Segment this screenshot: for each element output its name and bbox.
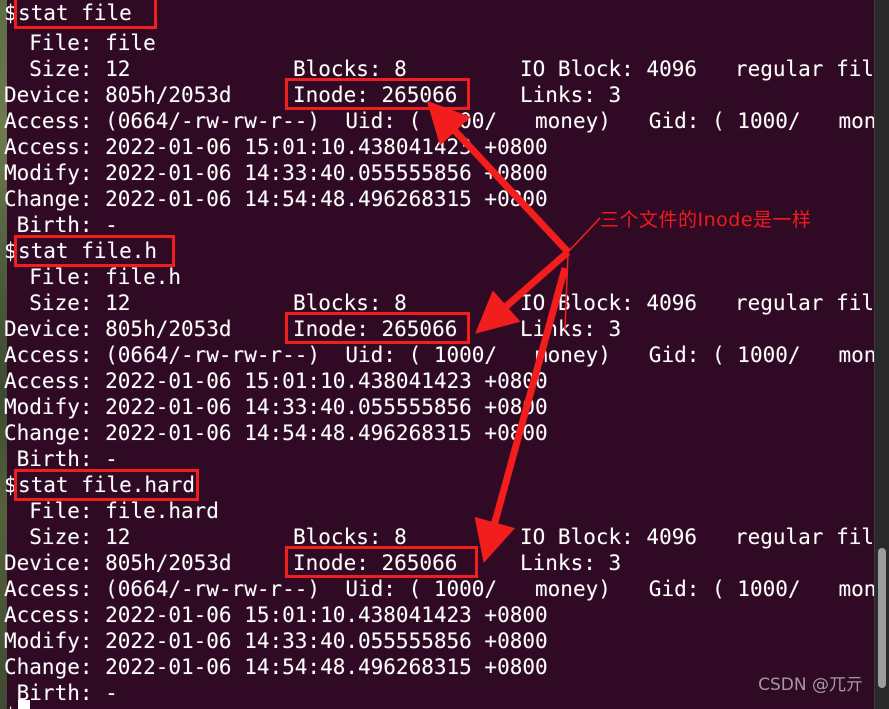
output-right: IO Block: 4096 regular file	[520, 57, 887, 81]
output-right: Links: 3	[520, 83, 622, 107]
output-right: IO Block: 4096 regular file	[520, 291, 887, 315]
output-mid: Blocks: 8	[293, 57, 407, 81]
output-left: File: file.hard	[4, 499, 219, 523]
output-left: Modify: 2022-01-06 14:33:40.055555856 +0…	[4, 629, 548, 653]
inode-field: Inode: 265066	[293, 317, 458, 341]
command-3: stat file.hard	[18, 473, 196, 497]
inode-field: Inode: 265066	[293, 551, 458, 575]
output-left: Device: 805h/2053d	[4, 551, 232, 575]
output-left: Birth: -	[4, 213, 118, 237]
output-left: Size: 12	[4, 291, 131, 315]
output-left: Size: 12	[4, 525, 131, 549]
output-left: File: file	[4, 31, 156, 55]
output-left: File: file.h	[4, 265, 182, 289]
csdn-watermark: CSDN @兀亓	[758, 675, 863, 695]
output-left: Access: (0664/-rw-rw-r--) Uid: ( 1000/ m…	[4, 343, 889, 367]
output-left: Modify: 2022-01-06 14:33:40.055555856 +0…	[4, 161, 548, 185]
output-mid: Blocks: 8	[293, 291, 407, 315]
output-left: Change: 2022-01-06 14:54:48.496268315 +0…	[4, 421, 548, 445]
output-right: Links: 3	[520, 317, 622, 341]
text-cursor	[18, 700, 30, 709]
output-right: Links: 3	[520, 551, 622, 575]
scrollbar-thumb[interactable]	[878, 548, 886, 688]
output-mid: Blocks: 8	[293, 525, 407, 549]
output-left: Change: 2022-01-06 14:54:48.496268315 +0…	[4, 655, 548, 679]
output-left: Birth: -	[4, 447, 118, 471]
output-left: Device: 805h/2053d	[4, 317, 232, 341]
output-right: IO Block: 4096 regular file	[520, 525, 887, 549]
prompt-symbol-2: $	[4, 239, 17, 263]
output-left: Access: 2022-01-06 15:01:10.438041423 +0…	[4, 603, 548, 627]
output-left: Access: (0664/-rw-rw-r--) Uid: ( 1000/ m…	[4, 577, 889, 601]
terminal-window[interactable]: $ stat file File: file Size: 12 Blocks: …	[0, 0, 889, 709]
annotation-note: 三个文件的Inode是一样	[600, 209, 812, 231]
command-1: stat file	[18, 1, 132, 25]
output-left: Device: 805h/2053d	[4, 83, 232, 107]
command-2: stat file.h	[18, 239, 158, 263]
final-prompt-line: $	[0, 703, 76, 709]
output-left: Access: 2022-01-06 15:01:10.438041423 +0…	[4, 369, 548, 393]
output-left: Access: (0664/-rw-rw-r--) Uid: ( 1000/ m…	[4, 109, 889, 133]
output-left: Size: 12	[4, 57, 131, 81]
output-left: Access: 2022-01-06 15:01:10.438041423 +0…	[4, 135, 548, 159]
scrollbar-track[interactable]	[874, 0, 889, 709]
output-left: Change: 2022-01-06 14:54:48.496268315 +0…	[4, 187, 548, 211]
prompt-symbol-1: $	[4, 1, 17, 25]
terminal-screenshot: $ stat file File: file Size: 12 Blocks: …	[0, 0, 889, 709]
output-left: Modify: 2022-01-06 14:33:40.055555856 +0…	[4, 395, 548, 419]
prompt-symbol-3: $	[4, 473, 17, 497]
inode-field: Inode: 265066	[293, 83, 458, 107]
final-prompt-symbol: $	[4, 703, 17, 709]
